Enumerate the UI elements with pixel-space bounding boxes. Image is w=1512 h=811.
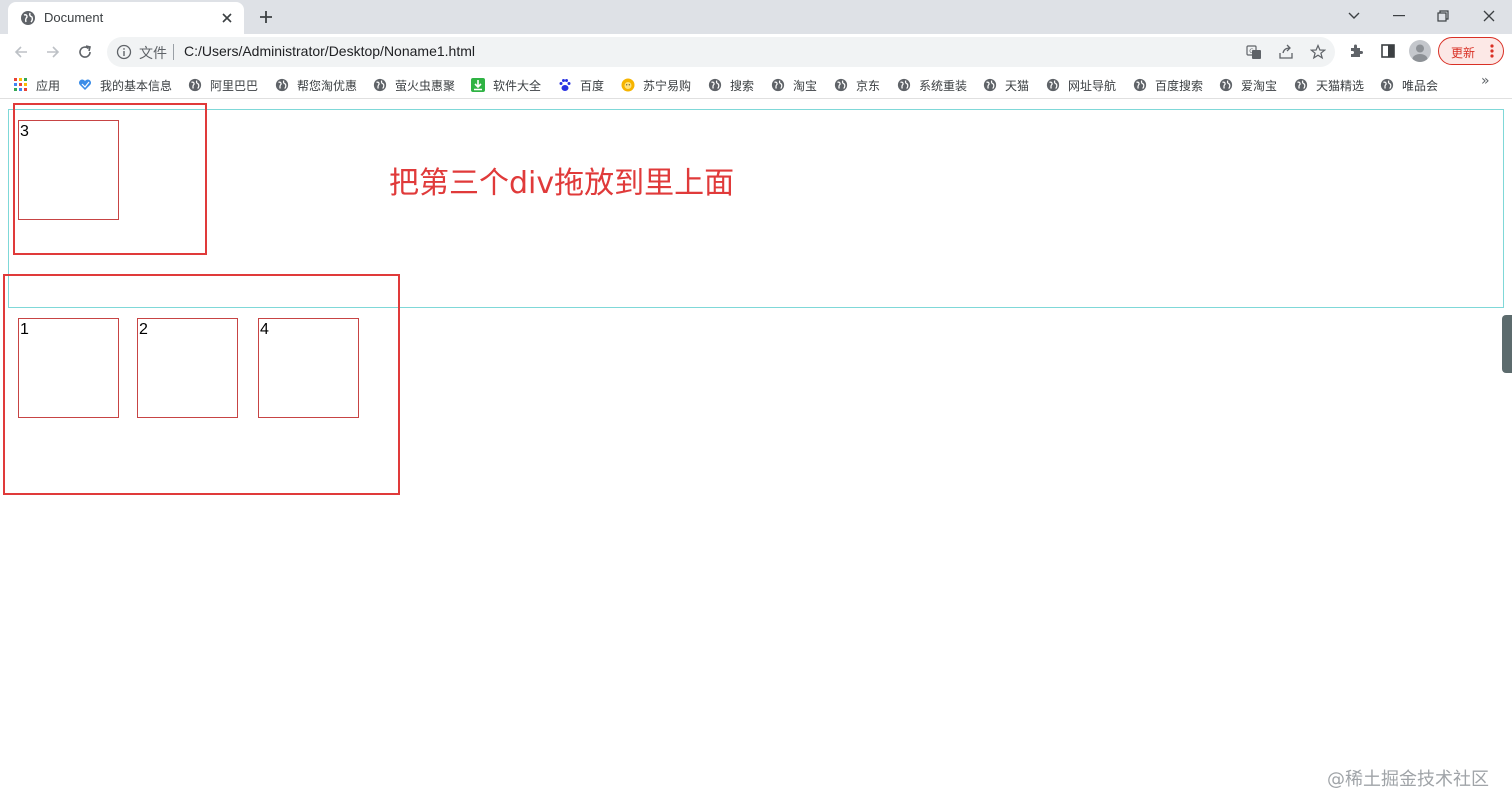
watermark: @稀土掘金技术社区 <box>1327 769 1489 790</box>
security-label: 文件 <box>139 45 167 61</box>
annotation-text: 把第三个div拖放到里上面 <box>389 166 735 201</box>
scroll-handle[interactable] <box>1502 315 1512 373</box>
globe-icon <box>1046 78 1060 92</box>
tab-strip: Document <box>0 0 1512 34</box>
bookmark-item[interactable]: 帮您淘优惠 <box>275 75 357 95</box>
bookmark-label: 京东 <box>856 78 881 93</box>
share-icon[interactable] <box>1277 43 1295 61</box>
bookmark-item[interactable]: 百度 <box>558 75 604 95</box>
bookmark-item[interactable]: 搜索 <box>708 75 754 95</box>
bookmark-item[interactable]: 天猫精选 <box>1294 75 1364 95</box>
restore-button[interactable] <box>1420 0 1466 32</box>
bookmark-label: 苏宁易购 <box>643 78 692 93</box>
url-text[interactable]: C:/Users/Administrator/Desktop/Noname1.h… <box>184 43 475 59</box>
globe-icon <box>983 78 997 92</box>
bookmark-item[interactable]: 淘宝 <box>771 75 817 95</box>
browser-toolbar: 文件 C:/Users/Administrator/Desktop/Noname… <box>0 34 1512 70</box>
svg-text:G: G <box>1249 48 1254 55</box>
bookmark-label: 唯品会 <box>1402 78 1439 93</box>
bookmark-item[interactable]: 爱淘宝 <box>1219 75 1277 95</box>
update-label: 更新 <box>1451 46 1476 60</box>
bookmark-label: 百度搜索 <box>1155 78 1204 93</box>
download-icon <box>471 78 485 92</box>
annotation-highlight-bottom <box>3 274 400 495</box>
bookmark-label: 应用 <box>36 78 61 93</box>
bookmark-label: 帮您淘优惠 <box>297 78 358 93</box>
chevron-down-icon[interactable] <box>1331 0 1377 32</box>
address-bar[interactable]: 文件 C:/Users/Administrator/Desktop/Noname… <box>107 37 1335 67</box>
extensions-icon[interactable] <box>1345 40 1367 62</box>
bookmarks-overflow-button[interactable]: » <box>1481 73 1490 89</box>
globe-icon <box>897 78 911 92</box>
bookmark-item[interactable]: 系统重装 <box>897 75 967 95</box>
bookmark-label: 百度 <box>580 78 605 93</box>
globe-icon <box>834 78 848 92</box>
bookmark-item[interactable]: 阿里巴巴 <box>188 75 258 95</box>
back-button[interactable] <box>7 38 35 66</box>
globe-icon <box>771 78 785 92</box>
more-vert-icon[interactable] <box>1489 43 1495 59</box>
lion-icon <box>621 78 635 92</box>
bookmark-label: 天猫精选 <box>1316 78 1365 93</box>
tab-title: Document <box>44 10 104 25</box>
bookmark-label: 系统重装 <box>919 78 968 93</box>
bookmark-item[interactable]: 唯品会 <box>1380 75 1438 95</box>
bookmark-item[interactable]: 苏宁易购 <box>621 75 691 95</box>
forward-button[interactable] <box>39 38 67 66</box>
bookmark-item[interactable]: 百度搜索 <box>1133 75 1203 95</box>
globe-icon <box>275 78 289 92</box>
bookmarks-bar: 应用 我的基本信息 阿里巴巴 帮您淘优惠 萤火虫惠聚 软件大全 百度 苏宁易购 … <box>0 70 1512 99</box>
new-tab-button[interactable] <box>254 5 278 29</box>
close-icon[interactable] <box>218 9 236 27</box>
avatar[interactable] <box>1409 40 1431 62</box>
bookmark-label: 软件大全 <box>493 78 542 93</box>
apps-grid-icon <box>14 78 28 92</box>
heart-icon <box>78 78 92 92</box>
star-icon[interactable] <box>1309 43 1327 61</box>
bookmark-apps[interactable]: 应用 <box>14 75 60 95</box>
bookmark-label: 爱淘宝 <box>1241 78 1278 93</box>
bookmark-item[interactable]: 京东 <box>834 75 880 95</box>
bookmark-label: 天猫 <box>1005 78 1030 93</box>
globe-icon <box>1219 78 1233 92</box>
bookmark-item[interactable]: 软件大全 <box>471 75 541 95</box>
bookmark-item[interactable]: 天猫 <box>983 75 1029 95</box>
info-icon[interactable] <box>116 44 132 60</box>
window-close-button[interactable] <box>1466 0 1512 32</box>
update-button[interactable]: 更新 <box>1438 37 1504 65</box>
paw-icon <box>558 78 572 92</box>
bookmark-label: 萤火虫惠聚 <box>395 78 456 93</box>
globe-icon <box>708 78 722 92</box>
bookmark-label: 我的基本信息 <box>100 78 173 93</box>
globe-icon <box>373 78 387 92</box>
bookmark-label: 搜索 <box>730 78 755 93</box>
globe-icon <box>1133 78 1147 92</box>
globe-icon <box>1294 78 1308 92</box>
minimize-button[interactable] <box>1376 0 1422 32</box>
bookmark-item[interactable]: 我的基本信息 <box>78 75 172 95</box>
bookmark-label: 阿里巴巴 <box>210 78 259 93</box>
annotation-highlight-top <box>13 103 207 255</box>
bookmark-item[interactable]: 萤火虫惠聚 <box>373 75 455 95</box>
divider <box>173 44 174 60</box>
tab-document[interactable]: Document <box>8 2 244 34</box>
bookmark-label: 网址导航 <box>1068 78 1117 93</box>
translate-icon[interactable]: G <box>1245 43 1263 61</box>
globe-icon <box>188 78 202 92</box>
side-panel-icon[interactable] <box>1377 40 1399 62</box>
reload-button[interactable] <box>71 38 99 66</box>
globe-icon <box>1380 78 1394 92</box>
bookmark-item[interactable]: 网址导航 <box>1046 75 1116 95</box>
bookmark-label: 淘宝 <box>793 78 818 93</box>
globe-icon <box>20 10 36 26</box>
